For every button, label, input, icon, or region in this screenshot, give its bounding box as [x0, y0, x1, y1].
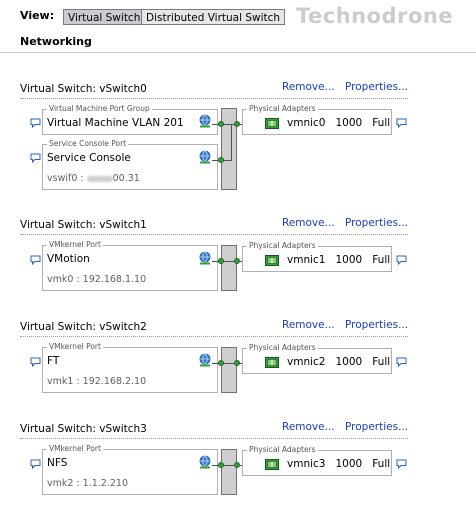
nic-duplex: Full — [372, 117, 391, 129]
port-group-name: VMotion — [47, 253, 90, 265]
physical-adapters-vswitch2[interactable]: Physical Adapters vmnic2 1000 Full — [242, 343, 392, 374]
vswitch2-remove-link[interactable]: Remove... — [282, 319, 335, 331]
port-group-vmotion[interactable]: VMkernel Port VMotion vmk0 : 192.168.1.1… — [42, 240, 218, 291]
nic-name: vmnic1 — [287, 254, 326, 266]
speech-bubble-icon[interactable] — [30, 118, 41, 128]
port-group-caption: VMkernel Port — [47, 444, 103, 453]
divider — [20, 98, 408, 99]
port-group-name: NFS — [47, 457, 68, 469]
speech-bubble-icon[interactable] — [396, 118, 407, 128]
speech-bubble-icon[interactable] — [396, 255, 407, 265]
nic-row: vmnic2 1000 Full — [287, 356, 400, 368]
nic-speed: 1000 — [335, 254, 363, 266]
divider — [0, 52, 476, 53]
watermark-text: Technodrone — [296, 4, 454, 28]
port-group-nfs[interactable]: VMkernel Port NFS vmk2 : 1.1.2.210 — [42, 444, 218, 495]
port-group-address: vmk0 : 192.168.1.10 — [47, 274, 147, 285]
vswitch1-title: Virtual Switch: vSwitch1 — [20, 219, 147, 231]
connector-line — [231, 124, 232, 160]
port-group-caption: Service Console Port — [47, 139, 129, 148]
vswitch3-properties-link[interactable]: Properties... — [345, 421, 408, 433]
vswitch1-properties-link[interactable]: Properties... — [345, 217, 408, 229]
connector-dot — [234, 121, 240, 127]
port-group-caption: Virtual Machine Port Group — [47, 104, 152, 113]
nic-name: vmnic0 — [287, 117, 326, 129]
globe-network-icon — [198, 251, 212, 265]
port-group-service-console[interactable]: Service Console Port Service Console vsw… — [42, 139, 218, 190]
nic-row: vmnic0 1000 Full — [287, 117, 400, 129]
speech-bubble-icon[interactable] — [396, 357, 407, 367]
divider — [20, 336, 408, 337]
vswitch2-switch — [221, 347, 237, 393]
nic-speed: 1000 — [335, 458, 363, 470]
connector-dot — [234, 462, 240, 468]
vswitch1-remove-link[interactable]: Remove... — [282, 217, 335, 229]
vswitch0-properties-link[interactable]: Properties... — [345, 81, 408, 93]
vswitch0-remove-link[interactable]: Remove... — [282, 81, 335, 93]
connector-dot — [218, 462, 224, 468]
connector-dot — [218, 258, 224, 264]
speech-bubble-icon[interactable] — [396, 459, 407, 469]
nic-row: vmnic1 1000 Full — [287, 254, 400, 266]
vswitch1-switch — [221, 245, 237, 291]
divider — [20, 438, 408, 439]
port-group-address: vmk2 : 1.1.2.210 — [47, 478, 128, 489]
speech-bubble-icon[interactable] — [30, 357, 41, 367]
physical-adapters-caption: Physical Adapters — [247, 241, 318, 250]
nic-speed: 1000 — [335, 117, 363, 129]
vswitch0-switch — [221, 108, 237, 190]
nic-name: vmnic3 — [287, 458, 326, 470]
vswitch2-properties-link[interactable]: Properties... — [345, 319, 408, 331]
nic-name: vmnic2 — [287, 356, 326, 368]
speech-bubble-icon[interactable] — [30, 153, 41, 163]
globe-network-icon — [198, 455, 212, 469]
vswitch0-title: Virtual Switch: vSwitch0 — [20, 83, 147, 95]
port-group-ft[interactable]: VMkernel Port FT vmk1 : 192.168.2.10 — [42, 342, 218, 393]
nic-row: vmnic3 1000 Full — [287, 458, 400, 470]
port-group-vm-vlan201[interactable]: Virtual Machine Port Group Virtual Machi… — [42, 104, 218, 135]
connector-dot — [234, 360, 240, 366]
speech-bubble-icon[interactable] — [30, 255, 41, 265]
connector-dot — [218, 360, 224, 366]
vswitch3-remove-link[interactable]: Remove... — [282, 421, 335, 433]
physical-adapters-caption: Physical Adapters — [247, 343, 318, 352]
nic-speed: 1000 — [335, 356, 363, 368]
physical-adapters-vswitch1[interactable]: Physical Adapters vmnic1 1000 Full — [242, 241, 392, 272]
connector-dot — [218, 121, 224, 127]
globe-network-icon — [198, 150, 212, 164]
port-group-name: Virtual Machine VLAN 201 — [47, 117, 184, 129]
physical-adapters-vswitch3[interactable]: Physical Adapters vmnic3 1000 Full — [242, 445, 392, 476]
physical-adapters-caption: Physical Adapters — [247, 104, 318, 113]
network-card-icon — [265, 357, 279, 368]
physical-adapters-vswitch0[interactable]: Physical Adapters vmnic0 1000 Full — [242, 104, 392, 135]
nic-duplex: Full — [372, 458, 391, 470]
view-label: View: — [20, 9, 55, 22]
physical-adapters-caption: Physical Adapters — [247, 445, 318, 454]
networking-title: Networking — [20, 35, 92, 48]
vswitch3-switch — [221, 449, 237, 495]
network-card-icon — [265, 459, 279, 470]
network-card-icon — [265, 255, 279, 266]
speech-bubble-icon[interactable] — [30, 459, 41, 469]
view-distributed-switch-button[interactable]: Distributed Virtual Switch — [141, 9, 286, 25]
divider — [20, 234, 408, 235]
port-group-name: Service Console — [47, 152, 131, 164]
port-group-address: vmk1 : 192.168.2.10 — [47, 376, 147, 387]
nic-duplex: Full — [372, 356, 391, 368]
port-group-name: FT — [47, 355, 60, 367]
port-group-address: vswif0 : 00.31 — [47, 173, 140, 184]
port-group-caption: VMkernel Port — [47, 342, 103, 351]
globe-network-icon — [198, 114, 212, 128]
connector-dot — [218, 157, 224, 163]
vswitch2-title: Virtual Switch: vSwitch2 — [20, 321, 147, 333]
network-card-icon — [265, 118, 279, 129]
port-group-caption: VMkernel Port — [47, 240, 103, 249]
connector-dot — [234, 258, 240, 264]
nic-duplex: Full — [372, 254, 391, 266]
view-virtual-switch-button[interactable]: Virtual Switch — [63, 9, 146, 25]
vswitch3-title: Virtual Switch: vSwitch3 — [20, 423, 147, 435]
globe-network-icon — [198, 353, 212, 367]
